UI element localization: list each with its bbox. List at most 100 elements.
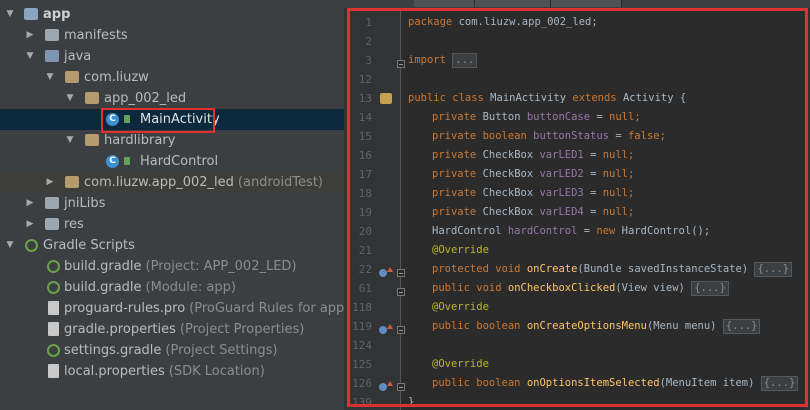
tree-item-settings-gradle[interactable]: settings.gradle (Project Settings) — [0, 340, 344, 361]
tree-item-gradle-properties[interactable]: gradle.properties (Project Properties) — [0, 319, 344, 340]
tree-item-local-properties[interactable]: local.properties (SDK Location) — [0, 361, 344, 382]
module-folder-icon — [24, 8, 38, 20]
fold-toggle-icon[interactable] — [397, 60, 405, 68]
code-line[interactable]: import ... — [408, 51, 478, 70]
collapse-arrow-icon[interactable]: ▶ — [44, 172, 56, 193]
code-line[interactable]: private CheckBox varLED1 = null; — [432, 146, 634, 165]
collapse-arrow-icon[interactable]: ▶ — [24, 214, 36, 235]
code-line[interactable]: HardControl hardControl = new HardContro… — [432, 222, 710, 241]
file-icon — [48, 301, 59, 315]
code-line[interactable]: @Override — [432, 355, 489, 374]
code-line[interactable]: public boolean onOptionsItemSelected(Men… — [432, 374, 799, 393]
expand-arrow-icon[interactable]: ▼ — [64, 130, 76, 151]
tree-item-hardcontrol[interactable]: C HardControl — [0, 151, 344, 172]
line-number: 19 — [358, 206, 372, 219]
line-number: 125 — [352, 358, 372, 371]
line-number: 1 — [365, 16, 372, 29]
fold-toggle-icon[interactable] — [397, 326, 405, 334]
override-method-icon[interactable] — [379, 269, 387, 277]
tree-item-package-com-liuzw[interactable]: ▼ com.liuzw — [0, 67, 344, 88]
tree-item-res[interactable]: ▶ res — [0, 214, 344, 235]
code-line[interactable]: @Override — [432, 241, 489, 260]
java-class-icon: C — [106, 155, 119, 168]
code-line[interactable]: public boolean onCreateOptionsMenu(Menu … — [432, 317, 761, 336]
line-number: 21 — [358, 244, 372, 257]
expand-arrow-icon[interactable]: ▼ — [4, 235, 16, 256]
code-editor[interactable]: 1 2 3 12 13 14 15 16 17 18 19 20 21 22 6… — [344, 8, 810, 410]
code-line[interactable]: package com.liuzw.app_002_led; — [408, 13, 598, 32]
code-line[interactable]: } — [408, 393, 414, 410]
override-up-arrow-icon — [387, 324, 393, 329]
code-line[interactable]: private CheckBox varLED3 = null; — [432, 184, 634, 203]
editor-tab[interactable] — [551, 0, 622, 7]
editor-tab[interactable] — [414, 0, 475, 7]
folded-method-body[interactable]: {...} — [754, 262, 793, 277]
tree-item-build-gradle-module[interactable]: build.gradle (Module: app) — [0, 277, 344, 298]
code-line[interactable]: private Button buttonCase = null; — [432, 108, 641, 127]
class-hierarchy-icon[interactable] — [380, 93, 392, 104]
editor-tab[interactable] — [475, 0, 551, 7]
code-line[interactable]: public class MainActivity extends Activi… — [408, 89, 686, 108]
gradle-icon — [47, 281, 60, 294]
tree-item-gradle-scripts[interactable]: ▼ Gradle Scripts — [0, 235, 344, 256]
code-line[interactable]: private CheckBox varLED2 = null; — [432, 165, 634, 184]
tree-item-android-test-package[interactable]: ▶ com.liuzw.app_002_led (androidTest) — [0, 172, 344, 193]
code-line[interactable]: private CheckBox varLED4 = null; — [432, 203, 634, 222]
tree-item-label: hardlibrary — [104, 133, 176, 148]
line-number: 124 — [352, 339, 372, 352]
gradle-icon — [47, 260, 60, 273]
package-icon — [85, 134, 99, 146]
tree-item-label: com.liuzw — [84, 70, 149, 85]
tree-item-label: manifests — [64, 28, 128, 43]
tree-item-label: Gradle Scripts — [43, 238, 135, 253]
code-line[interactable]: protected void onCreate(Bundle savedInst… — [432, 260, 793, 279]
tree-item-proguard-rules[interactable]: proguard-rules.pro (ProGuard Rules for ap… — [0, 298, 344, 319]
fold-toggle-icon[interactable] — [397, 383, 405, 391]
line-number: 16 — [358, 149, 372, 162]
folder-icon — [45, 197, 59, 209]
fold-toggle-icon[interactable] — [397, 288, 405, 296]
line-number: 12 — [358, 73, 372, 86]
tree-item-label: HardControl — [140, 154, 219, 169]
tree-item-label: build.gradle (Project: APP_002_LED) — [64, 259, 297, 274]
line-number: 126 — [352, 377, 372, 390]
folded-method-body[interactable]: {...} — [691, 281, 729, 296]
package-icon — [65, 176, 79, 188]
folded-method-body[interactable]: {...} — [760, 376, 799, 391]
expand-arrow-icon[interactable]: ▼ — [24, 46, 36, 67]
tree-item-label: build.gradle (Module: app) — [64, 280, 236, 295]
expand-arrow-icon[interactable]: ▼ — [4, 4, 16, 25]
collapse-arrow-icon[interactable]: ▶ — [24, 25, 36, 46]
folder-icon — [45, 218, 59, 230]
gradle-icon — [47, 344, 60, 357]
line-number: 61 — [358, 282, 372, 295]
tree-item-manifests[interactable]: ▶ manifests — [0, 25, 344, 46]
tree-item-build-gradle-project[interactable]: build.gradle (Project: APP_002_LED) — [0, 256, 344, 277]
tree-item-jnilibs[interactable]: ▶ jniLibs — [0, 193, 344, 214]
package-icon — [65, 71, 79, 83]
override-method-icon[interactable] — [379, 383, 387, 391]
tree-item-label: app_002_led — [104, 91, 187, 106]
code-line[interactable]: public void onCheckboxClicked(View view)… — [432, 279, 729, 298]
folded-imports[interactable]: ... — [452, 53, 478, 68]
expand-arrow-icon[interactable]: ▼ — [44, 67, 56, 88]
expand-arrow-icon[interactable]: ▼ — [64, 88, 76, 109]
tree-item-label: proguard-rules.pro (ProGuard Rules for ap… — [64, 301, 344, 316]
override-up-arrow-icon — [387, 267, 393, 272]
tree-item-mainactivity[interactable]: C MainActivity — [0, 109, 344, 130]
code-line[interactable]: @Override — [432, 298, 489, 317]
gradle-icon — [25, 239, 38, 252]
code-line[interactable]: private boolean buttonStatus = false; — [432, 127, 666, 146]
tree-item-package-hardlibrary[interactable]: ▼ hardlibrary — [0, 130, 344, 151]
editor-scrollbar[interactable] — [804, 8, 810, 410]
fold-toggle-icon[interactable] — [397, 269, 405, 277]
line-number: 118 — [352, 301, 372, 314]
collapse-arrow-icon[interactable]: ▶ — [24, 193, 36, 214]
tree-item-java[interactable]: ▼ java — [0, 46, 344, 67]
line-number: 17 — [358, 168, 372, 181]
folded-method-body[interactable]: {...} — [722, 319, 761, 334]
line-number: 22 — [358, 263, 372, 276]
override-method-icon[interactable] — [379, 326, 387, 334]
tree-item-app[interactable]: ▼ app — [0, 4, 344, 25]
tree-item-package-app-002-led[interactable]: ▼ app_002_led — [0, 88, 344, 109]
